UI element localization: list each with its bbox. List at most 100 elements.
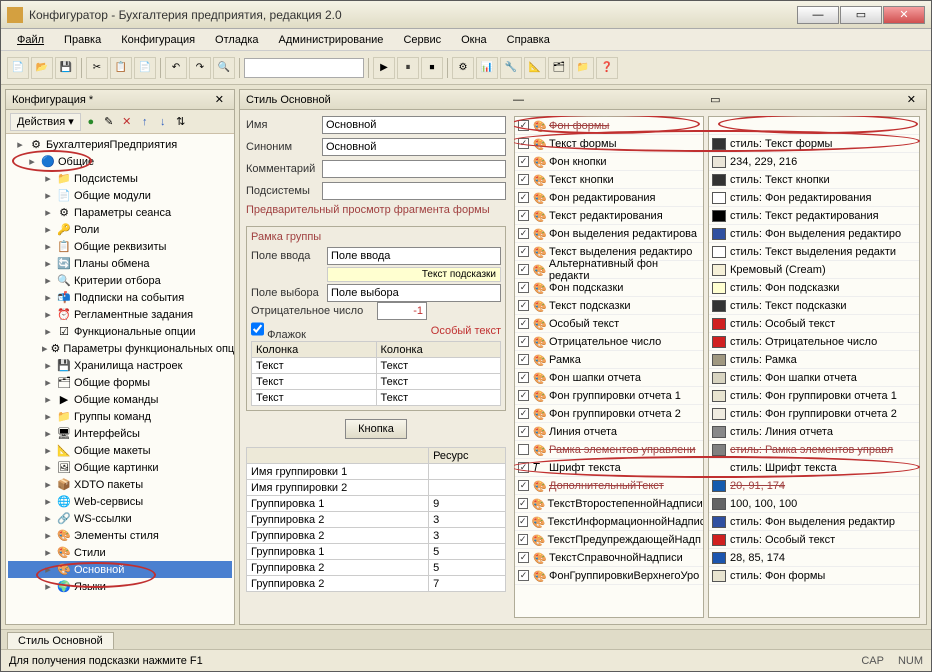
menu-debug[interactable]: Отладка bbox=[207, 31, 266, 49]
tree-item[interactable]: ▸🔵Общие bbox=[8, 153, 232, 170]
tb-btn-a[interactable]: ▶ bbox=[373, 57, 395, 79]
panel-close-icon[interactable]: ✕ bbox=[903, 93, 920, 106]
tree-item[interactable]: ▸📁Группы команд bbox=[8, 408, 232, 425]
tb-btn-e[interactable]: 📊 bbox=[476, 57, 498, 79]
style-item[interactable]: ✓🎨Линия отчета bbox=[515, 423, 703, 441]
style-value[interactable]: Кремовый (Cream) bbox=[709, 261, 919, 279]
style-value[interactable]: стиль: Фон шапки отчета bbox=[709, 369, 919, 387]
tree-item[interactable]: ▸🗂Общие формы bbox=[8, 374, 232, 391]
style-value[interactable]: стиль: Фон группировки отчета 1 bbox=[709, 387, 919, 405]
panel-max-icon[interactable]: ▭ bbox=[706, 93, 724, 106]
tb-btn-i[interactable]: 📁 bbox=[572, 57, 594, 79]
neg-input[interactable] bbox=[377, 302, 427, 320]
menu-admin[interactable]: Администрирование bbox=[271, 31, 392, 49]
style-value[interactable]: стиль: Рамка bbox=[709, 351, 919, 369]
style-names-list[interactable]: ✓🎨Фон формы✓🎨Текст формы✓🎨Фон кнопки✓🎨Те… bbox=[514, 116, 704, 618]
panel-close-icon[interactable]: ✕ bbox=[211, 93, 228, 106]
style-value[interactable]: стиль: Фон редактирования bbox=[709, 189, 919, 207]
tb-copy-icon[interactable]: 📋 bbox=[110, 57, 132, 79]
tree-item[interactable]: ▸💾Хранилища настроек bbox=[8, 357, 232, 374]
style-item[interactable]: ✓🎨Фон кнопки bbox=[515, 153, 703, 171]
tb-search-icon[interactable]: 🔍 bbox=[213, 57, 235, 79]
tree-item[interactable]: ▸🎨Стили bbox=[8, 544, 232, 561]
tab-style[interactable]: Стиль Основной bbox=[7, 632, 114, 649]
tree-item[interactable]: ▸🌐Web-сервисы bbox=[8, 493, 232, 510]
sample-select[interactable] bbox=[327, 284, 501, 302]
style-item[interactable]: ✓🎨Текст подсказки bbox=[515, 297, 703, 315]
tb-save-icon[interactable]: 💾 bbox=[55, 57, 77, 79]
tree-item[interactable]: ▸⚙Параметры сеанса bbox=[8, 204, 232, 221]
menu-config[interactable]: Конфигурация bbox=[113, 31, 203, 49]
style-item[interactable]: ✓𝑇Шрифт текста bbox=[515, 459, 703, 477]
style-item[interactable]: ✓🎨Альтернативный фон редакти bbox=[515, 261, 703, 279]
tb-btn-j[interactable]: ❓ bbox=[596, 57, 618, 79]
tree-item[interactable]: ▸🖼Общие картинки bbox=[8, 459, 232, 476]
style-value[interactable]: стиль: Текст формы bbox=[709, 135, 919, 153]
style-value[interactable]: стиль: Фон выделения редактир bbox=[709, 513, 919, 531]
style-item[interactable]: ✓🎨Отрицательное число bbox=[515, 333, 703, 351]
style-value[interactable]: стиль: Текст редактирования bbox=[709, 207, 919, 225]
tree-item[interactable]: ▸🌍Языки bbox=[8, 578, 232, 595]
tb-btn-g[interactable]: 📐 bbox=[524, 57, 546, 79]
tree-item[interactable]: ▸🎨Основной bbox=[8, 561, 232, 578]
tb-btn-d[interactable]: ⚙ bbox=[452, 57, 474, 79]
minimize-button[interactable]: — bbox=[797, 6, 839, 24]
syn-input[interactable] bbox=[322, 138, 506, 156]
style-item[interactable]: ✓🎨ТекстИнформационнойНадпис bbox=[515, 513, 703, 531]
grouping-table[interactable]: РесурсИмя группировки 1Имя группировки 2… bbox=[246, 447, 506, 592]
style-item[interactable]: ✓🎨ТекстСправочнойНадписи bbox=[515, 549, 703, 567]
style-values-list[interactable]: стиль: Текст формы234, 229, 216 стиль: Те… bbox=[708, 116, 920, 618]
style-value[interactable]: стиль: Фон группировки отчета 2 bbox=[709, 405, 919, 423]
style-item[interactable]: ✓🎨Фон выделения редактирова bbox=[515, 225, 703, 243]
comment-input[interactable] bbox=[322, 160, 506, 178]
tree-item[interactable]: ▸📬Подписки на события bbox=[8, 289, 232, 306]
style-value[interactable]: стиль: Фон выделения редактиро bbox=[709, 225, 919, 243]
style-item[interactable]: ✓🎨Фон редактирования bbox=[515, 189, 703, 207]
config-tree[interactable]: ▸⚙БухгалтерияПредприятия▸🔵Общие▸📁Подсист… bbox=[6, 134, 234, 624]
style-value[interactable]: стиль: Фон формы bbox=[709, 567, 919, 585]
style-value[interactable]: стиль: Рамка элементов управл bbox=[709, 441, 919, 459]
pt-del-icon[interactable]: ✕ bbox=[119, 114, 135, 130]
style-value[interactable]: 234, 229, 216 bbox=[709, 153, 919, 171]
tb-btn-b[interactable]: ⏸ bbox=[397, 57, 419, 79]
tb-undo-icon[interactable]: ↶ bbox=[165, 57, 187, 79]
style-item[interactable]: ✓🎨ТекстВторостепеннойНадписи bbox=[515, 495, 703, 513]
style-item[interactable]: ✓🎨ФонГруппировкиВерхнегоУро bbox=[515, 567, 703, 585]
style-value[interactable]: 28, 85, 174 bbox=[709, 549, 919, 567]
tb-btn-c[interactable]: ⏹ bbox=[421, 57, 443, 79]
tree-item[interactable]: ▸📋Общие реквизиты bbox=[8, 238, 232, 255]
tree-item[interactable]: ▸⚙Параметры функциональных опц bbox=[8, 340, 232, 357]
tree-item[interactable]: ▸🔍Критерии отбора bbox=[8, 272, 232, 289]
style-item[interactable]: ✓🎨ТекстПредупреждающейНадп bbox=[515, 531, 703, 549]
menu-edit[interactable]: Правка bbox=[56, 31, 109, 49]
tree-item[interactable]: ▸☑Функциональные опции bbox=[8, 323, 232, 340]
tree-item[interactable]: ▸🖥Интерфейсы bbox=[8, 425, 232, 442]
style-value[interactable] bbox=[709, 117, 919, 135]
style-value[interactable]: стиль: Особый текст bbox=[709, 531, 919, 549]
tb-cut-icon[interactable]: ✂ bbox=[86, 57, 108, 79]
menu-service[interactable]: Сервис bbox=[395, 31, 449, 49]
tree-item[interactable]: ▸🎨Элементы стиля bbox=[8, 527, 232, 544]
name-input[interactable] bbox=[322, 116, 506, 134]
style-item[interactable]: ✓🎨Фон подсказки bbox=[515, 279, 703, 297]
menu-windows[interactable]: Окна bbox=[453, 31, 495, 49]
tree-item[interactable]: ▸📐Общие макеты bbox=[8, 442, 232, 459]
tree-item[interactable]: ▸📁Подсистемы bbox=[8, 170, 232, 187]
style-value[interactable]: стиль: Фон подсказки bbox=[709, 279, 919, 297]
tb-btn-h[interactable]: 🗂 bbox=[548, 57, 570, 79]
pt-down-icon[interactable]: ↓ bbox=[155, 114, 171, 130]
pt-up-icon[interactable]: ↑ bbox=[137, 114, 153, 130]
style-item[interactable]: ✓🎨Фон группировки отчета 2 bbox=[515, 405, 703, 423]
tree-item[interactable]: ▸🔄Планы обмена bbox=[8, 255, 232, 272]
style-item[interactable]: ✓🎨ДополнительныйТекст bbox=[515, 477, 703, 495]
menu-help[interactable]: Справка bbox=[499, 31, 558, 49]
tb-open-icon[interactable]: 📂 bbox=[31, 57, 53, 79]
style-value[interactable]: стиль: Шрифт текста bbox=[709, 459, 919, 477]
menu-file[interactable]: Файл bbox=[9, 31, 52, 49]
style-item[interactable]: 🎨Рамка элементов управлени bbox=[515, 441, 703, 459]
style-item[interactable]: ✓🎨Фон группировки отчета 1 bbox=[515, 387, 703, 405]
close-button[interactable]: ✕ bbox=[883, 6, 925, 24]
panel-minimize-icon[interactable]: — bbox=[509, 94, 528, 106]
tb-search-input[interactable] bbox=[244, 58, 364, 78]
style-value[interactable]: стиль: Текст выделения редакти bbox=[709, 243, 919, 261]
